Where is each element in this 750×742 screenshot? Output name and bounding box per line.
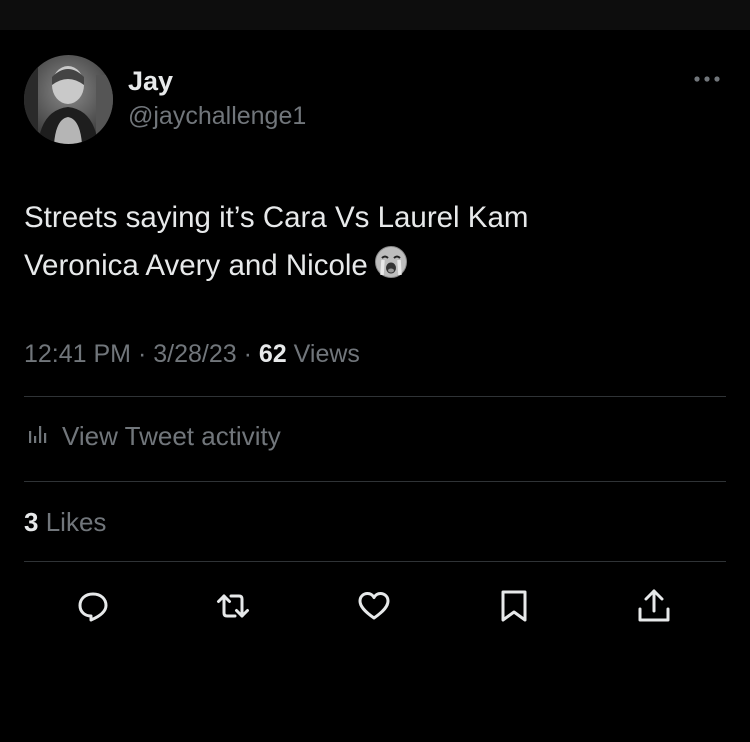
profile-photo-icon: [24, 55, 113, 144]
loudly-crying-face-icon: [374, 245, 408, 294]
bookmark-button[interactable]: [495, 587, 533, 625]
divider: [24, 481, 726, 482]
tweet-text-line: Streets saying it’s Cara Vs Laurel Kam: [24, 201, 529, 234]
display-name[interactable]: Jay: [128, 65, 173, 97]
likes-label: Likes: [45, 507, 107, 537]
separator: ·: [137, 340, 147, 368]
divider: [24, 396, 726, 397]
retweet-icon: [217, 594, 249, 618]
tweet-meta: 12:41 PM · 3/28/23 · 62 Views: [24, 338, 360, 370]
separator: ·: [243, 340, 252, 368]
likes-link[interactable]: 3 Likes: [24, 505, 106, 539]
more-options-icon[interactable]: [690, 69, 724, 89]
avatar[interactable]: [24, 55, 113, 144]
top-bar: [0, 0, 750, 30]
tweet-text-line: Veronica Avery and Nicole: [24, 242, 724, 294]
heart-icon: [358, 592, 390, 620]
bar-chart-icon: [24, 419, 52, 454]
tweet-time[interactable]: 12:41 PM: [24, 340, 131, 368]
tweet-header: Jay @jaychallenge1: [24, 55, 726, 145]
views-label: Views: [293, 340, 360, 368]
view-tweet-activity-label: View Tweet activity: [62, 420, 281, 451]
share-icon: [638, 589, 670, 622]
tweet-text: Streets saying it’s Cara Vs Laurel Kam V…: [24, 194, 724, 294]
view-tweet-activity-link[interactable]: View Tweet activity: [24, 418, 281, 454]
speech-bubble-icon: [78, 592, 108, 622]
likes-count: 3: [24, 507, 39, 537]
retweet-button[interactable]: [214, 587, 252, 625]
user-handle[interactable]: @jaychallenge1: [128, 100, 306, 132]
action-bar: [0, 587, 750, 625]
like-button[interactable]: [355, 587, 393, 625]
views-count: 62: [258, 340, 287, 368]
reply-button[interactable]: [74, 587, 112, 625]
bookmark-icon: [501, 590, 527, 622]
share-button[interactable]: [635, 587, 673, 625]
tweet-text-line-content: Veronica Avery and Nicole: [24, 249, 368, 282]
divider: [24, 561, 726, 562]
tweet-date[interactable]: 3/28/23: [153, 340, 236, 368]
